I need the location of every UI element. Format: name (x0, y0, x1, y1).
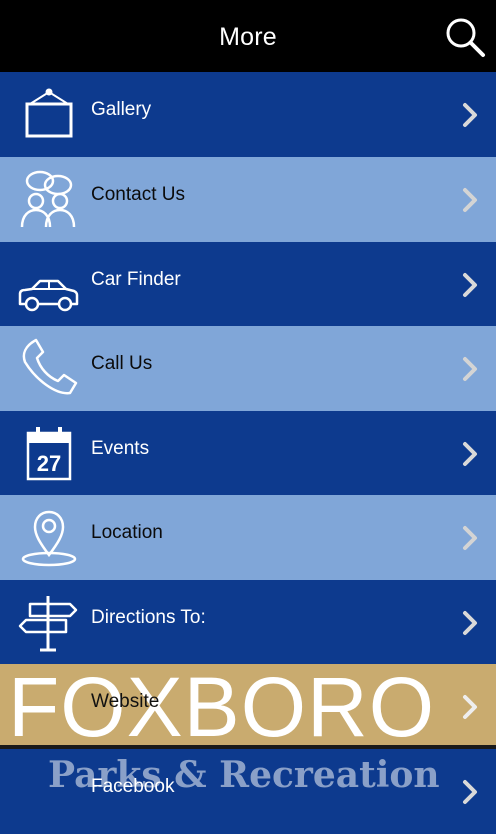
menu-item-label: Location (91, 522, 163, 543)
picture-frame-icon (25, 88, 73, 138)
chevron-right-icon (463, 526, 477, 550)
menu-item-label: Website (91, 691, 160, 712)
menu-item-website[interactable]: FOXBORO Website (0, 664, 496, 749)
phone-icon (22, 338, 78, 395)
map-pin-icon (21, 510, 77, 567)
chevron-right-icon (463, 780, 477, 804)
chevron-right-icon (463, 695, 477, 719)
menu-item-location[interactable]: Location (0, 495, 496, 580)
menu-item-label: Gallery (91, 99, 152, 120)
menu-item-label: Car Finder (91, 269, 181, 290)
chevron-right-icon (463, 273, 477, 297)
signpost-icon (18, 596, 78, 652)
top-bar: More (0, 0, 496, 72)
menu-item-label: Contact Us (91, 184, 185, 205)
menu-item-label: Call Us (91, 353, 153, 374)
menu-item-facebook[interactable]: Parks & Recreation Facebook (0, 749, 496, 834)
menu-item-call-us[interactable]: Call Us (0, 326, 496, 411)
menu-item-events[interactable]: 27 Events (0, 411, 496, 496)
menu-item-contact-us[interactable]: Contact Us (0, 157, 496, 242)
chevron-right-icon (463, 103, 477, 127)
calendar-icon: 27 (26, 427, 72, 481)
calendar-day-number: 27 (37, 451, 61, 476)
chevron-right-icon (463, 357, 477, 381)
car-icon (18, 279, 79, 312)
search-icon[interactable] (444, 16, 486, 58)
menu-item-label: Directions To: (91, 607, 206, 628)
banner-brand-text: FOXBORO (8, 664, 436, 749)
chevron-right-icon (463, 188, 477, 212)
menu-item-car-finder[interactable]: Car Finder (0, 242, 496, 327)
menu-item-gallery[interactable]: Gallery (0, 72, 496, 157)
chevron-right-icon (463, 611, 477, 635)
menu-item-label: Facebook (91, 776, 175, 797)
menu-item-label: Events (91, 438, 150, 459)
page-title: More (219, 23, 277, 51)
chevron-right-icon (463, 442, 477, 466)
menu-item-directions[interactable]: Directions To: (0, 580, 496, 665)
people-chat-icon (20, 170, 76, 228)
